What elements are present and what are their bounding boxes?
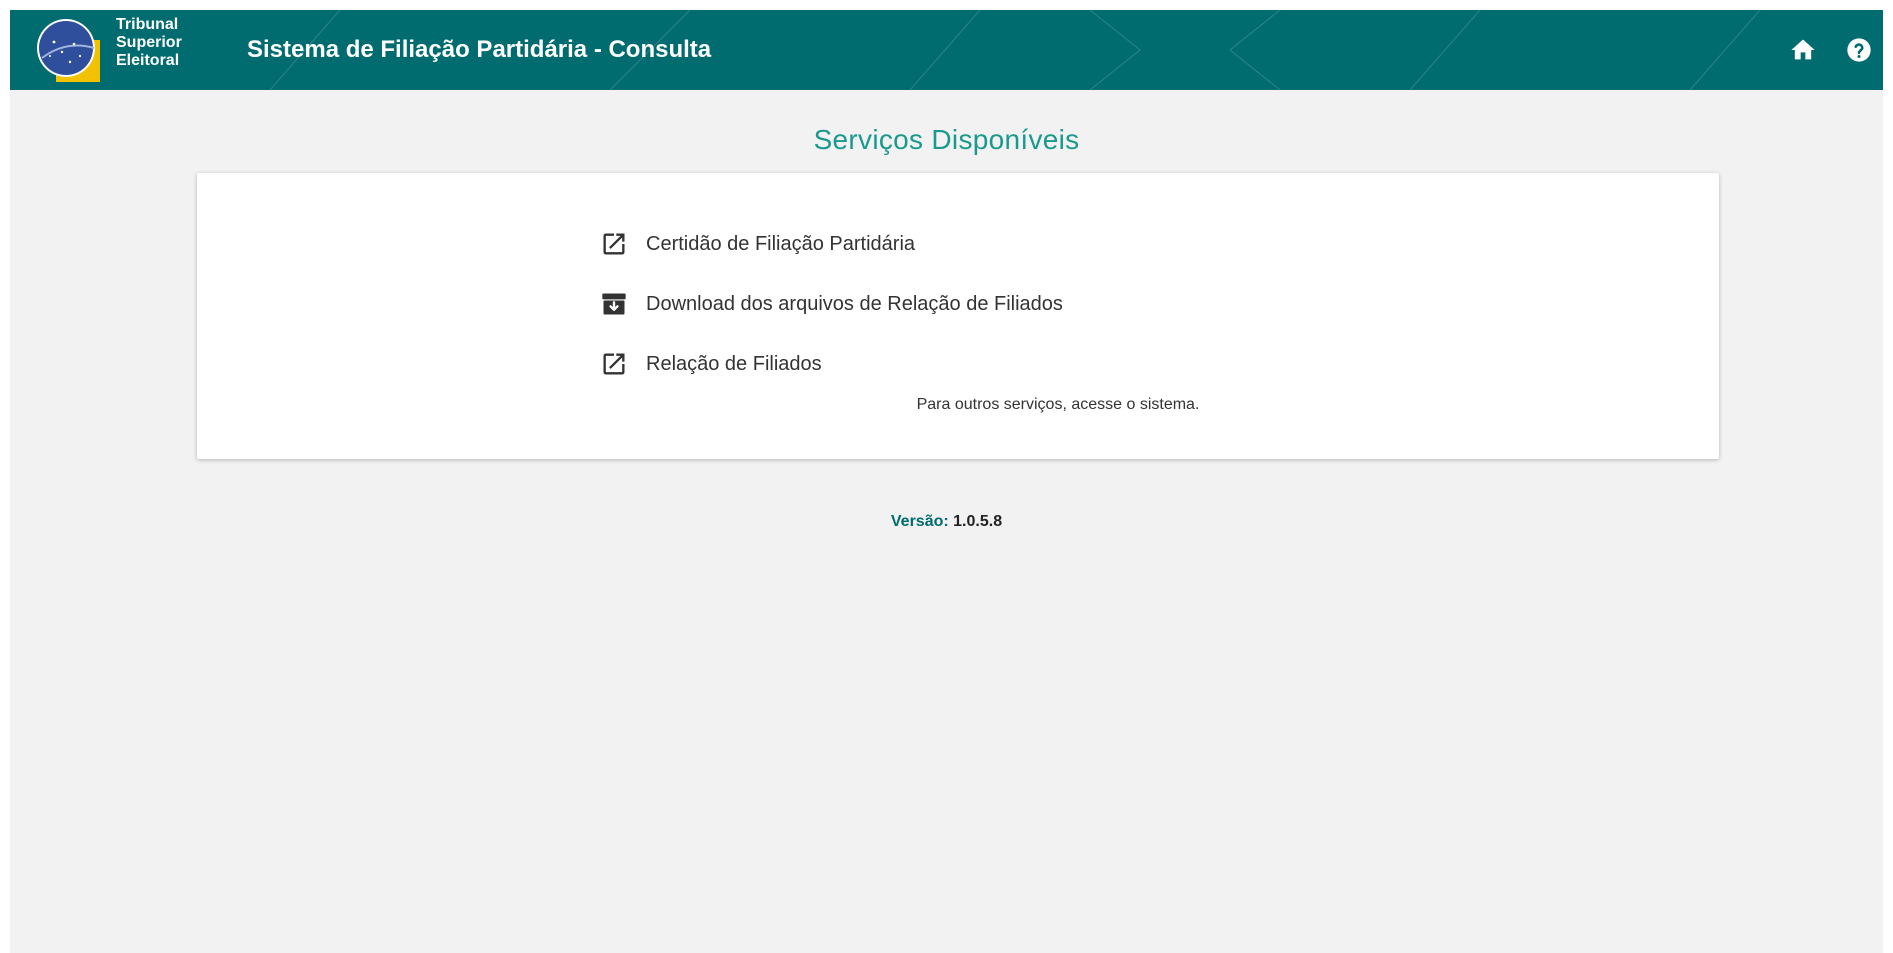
- other-services-note: Para outros serviços, acesse o sistema.: [916, 396, 1200, 413]
- app-title: Sistema de Filiação Partidária - Consult…: [247, 36, 712, 63]
- tse-logo: [37, 19, 100, 82]
- version-info: Versão: 1.0.5.8: [10, 513, 1883, 531]
- app-frame: Tribunal Superior Eleitoral Sistema de F…: [10, 10, 1883, 953]
- external-link-icon: [603, 353, 625, 375]
- page-title: Serviços Disponíveis: [813, 124, 1080, 155]
- service-label: Download dos arquivos de Relação de Fili…: [646, 292, 1063, 315]
- service-certidao-filiacao[interactable]: Certidão de Filiação Partidária: [600, 229, 915, 259]
- logo-line-2: Superior: [116, 34, 182, 51]
- service-relacao-filiados[interactable]: Relação de Filiados: [600, 349, 822, 379]
- help-icon[interactable]: [1845, 36, 1873, 64]
- logo-line-1: Tribunal: [116, 16, 179, 33]
- home-icon[interactable]: [1789, 36, 1817, 64]
- top-bar: Tribunal Superior Eleitoral Sistema de F…: [10, 10, 1883, 90]
- logo-text: Tribunal Superior Eleitoral: [116, 16, 182, 70]
- service-label: Certidão de Filiação Partidária: [646, 232, 916, 255]
- services-card: Certidão de Filiação Partidária Download…: [197, 173, 1719, 459]
- logo-line-3: Eleitoral: [116, 52, 180, 69]
- service-label: Relação de Filiados: [646, 352, 822, 375]
- version-value: 1.0.5.8: [953, 513, 1003, 530]
- service-download-arquivos[interactable]: Download dos arquivos de Relação de Fili…: [600, 289, 1063, 319]
- external-link-icon: [603, 233, 625, 255]
- archive-download-icon: [602, 293, 626, 315]
- version-label: Versão:: [890, 513, 949, 530]
